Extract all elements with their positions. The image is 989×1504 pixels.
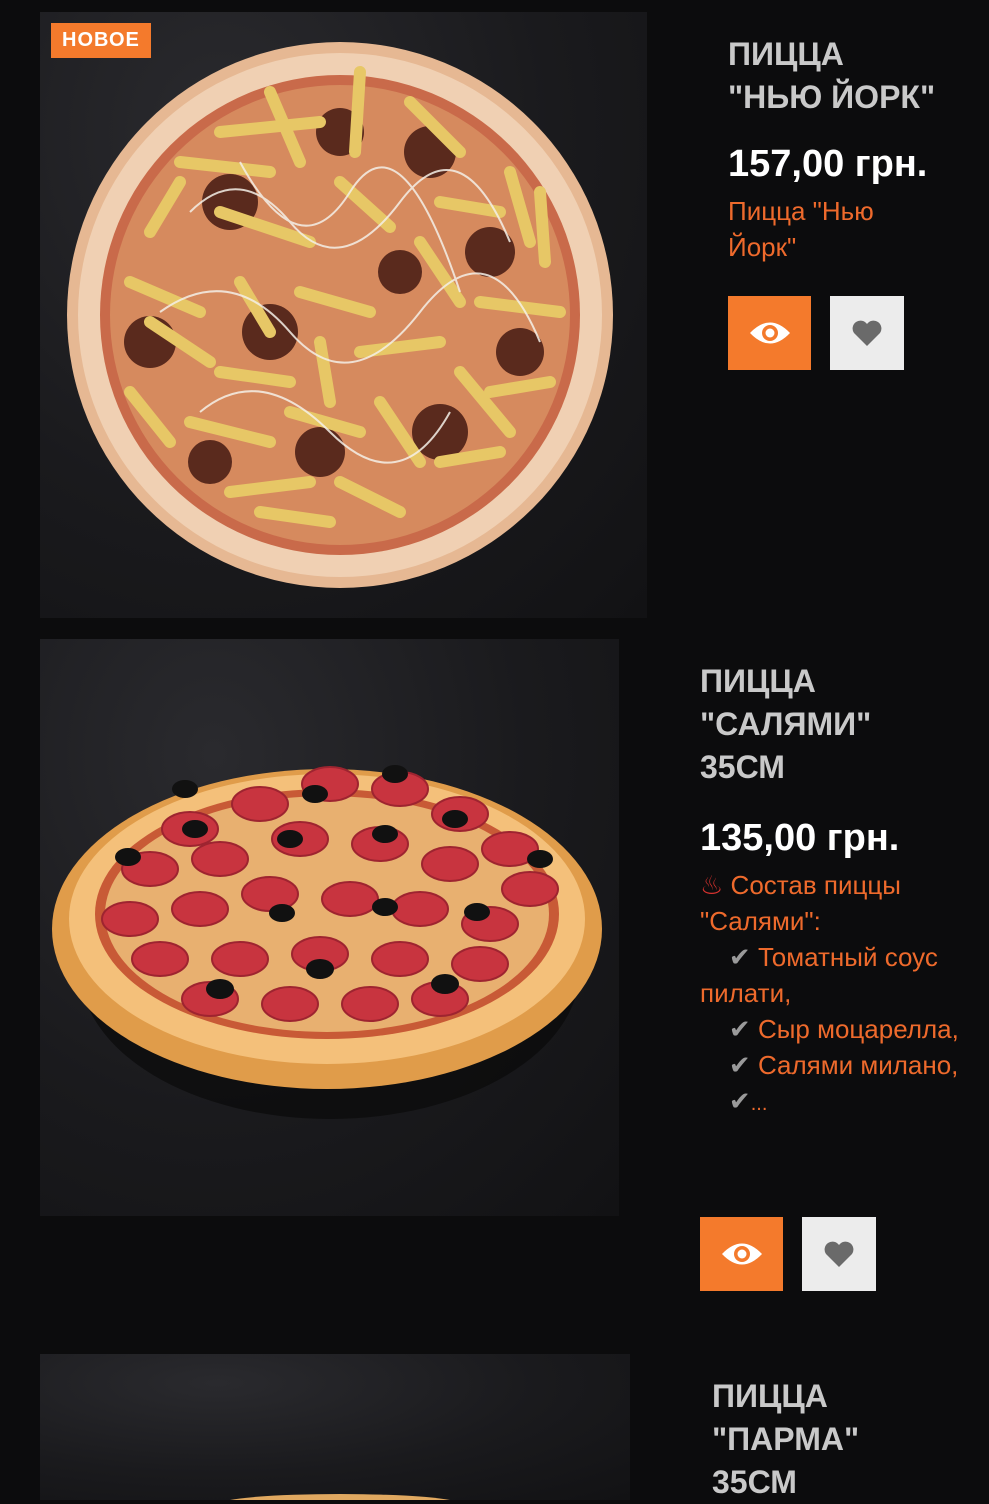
heart-icon — [824, 1241, 854, 1267]
checkmark-icon: ✔ — [728, 1086, 751, 1116]
title-line: ПИЦЦА — [712, 1378, 828, 1414]
pizza-new-york-illustration — [67, 42, 613, 588]
view-button[interactable] — [728, 296, 811, 370]
title-line: 35СМ — [712, 1464, 797, 1500]
product-info-salami: ПИЦЦА "САЛЯМИ" 35СМ 135,00 грн. ♨ Состав… — [700, 660, 980, 1122]
product-info-new-york: ПИЦЦА "НЬЮ ЙОРК" 157,00 грн. Пицца "Нью … — [728, 33, 978, 265]
title-line: 35СМ — [700, 749, 785, 785]
pizza-parma-illustration — [230, 1494, 450, 1500]
product-price-new-york: 157,00 грн. — [728, 143, 928, 185]
checkmark-icon: ✔ — [728, 1050, 751, 1080]
title-line: "САЛЯМИ" — [700, 706, 872, 742]
eye-icon — [721, 1243, 762, 1265]
product-info-parma: ПИЦЦА "ПАРМА" 35СМ — [712, 1375, 982, 1504]
title-line: "ПАРМА" — [712, 1421, 860, 1457]
title-line: ПИЦЦА — [728, 36, 844, 72]
product-image-new-york[interactable]: НОВОЕ — [40, 12, 647, 618]
checkmark-icon: ✔ — [728, 942, 751, 972]
view-button[interactable] — [700, 1217, 783, 1291]
title-line: "НЬЮ ЙОРК" — [728, 79, 936, 115]
product-image-salami[interactable] — [40, 639, 619, 1216]
product-description-salami: ♨ Состав пиццы "Салями": ✔ Томатный соус… — [700, 867, 980, 1122]
ingredient-item: Сыр моцарелла, — [757, 1014, 959, 1044]
product-title-parma[interactable]: ПИЦЦА "ПАРМА" 35СМ — [712, 1375, 982, 1504]
product-price-salami: 135,00 грн. — [700, 817, 900, 859]
checkmark-icon: ✔ — [728, 1014, 751, 1044]
description-intro: Состав пиццы "Салями": — [700, 870, 901, 936]
new-badge: НОВОЕ — [51, 23, 151, 58]
title-line: ПИЦЦА — [700, 663, 816, 699]
product-description-new-york: Пицца "Нью Йорк" — [728, 196, 874, 262]
eye-icon — [749, 322, 790, 344]
product-actions-new-york — [728, 296, 904, 370]
pizza-salami-illustration — [52, 765, 602, 1119]
heart-icon — [852, 320, 882, 346]
favorite-button[interactable] — [802, 1217, 876, 1291]
product-title-new-york[interactable]: ПИЦЦА "НЬЮ ЙОРК" — [728, 33, 978, 119]
favorite-button[interactable] — [830, 296, 904, 370]
product-title-salami[interactable]: ПИЦЦА "САЛЯМИ" 35СМ — [700, 660, 980, 789]
hot-springs-icon: ♨ — [700, 870, 724, 900]
ingredient-item: Салями милано, — [757, 1050, 959, 1080]
product-actions-salami — [700, 1217, 876, 1291]
product-image-parma[interactable] — [40, 1354, 630, 1500]
ingredient-item: ... — [750, 1093, 768, 1115]
